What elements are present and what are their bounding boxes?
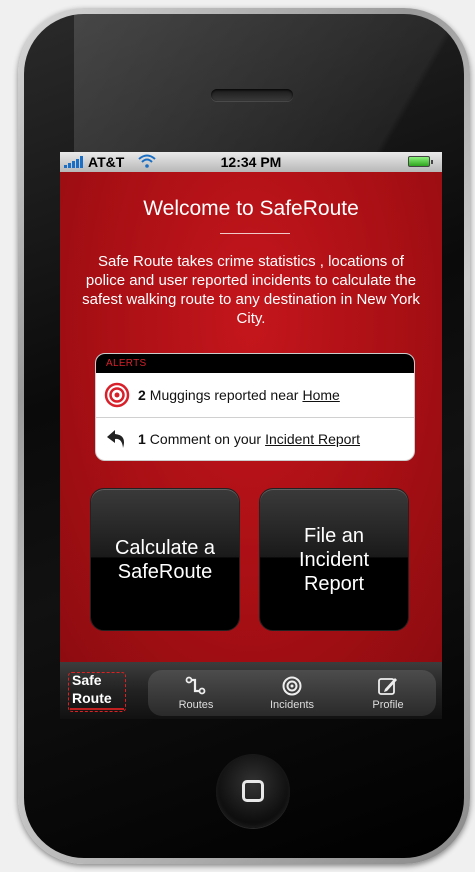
tab-routes[interactable]: Routes	[148, 670, 244, 716]
alert-text: Comment on your	[149, 430, 262, 447]
calculate-button-label: Calculate a SafeRoute	[114, 536, 216, 583]
calculate-saferoute-button[interactable]: Calculate a SafeRoute	[90, 488, 240, 631]
logo-underline	[70, 708, 124, 710]
target-icon	[104, 382, 130, 408]
alert-count: 1	[138, 430, 146, 447]
reply-arrow-icon	[107, 429, 124, 448]
saferoute-logo[interactable]: Safe Route	[66, 668, 128, 714]
tab-label-profile: Profile	[372, 699, 404, 711]
home-button[interactable]	[216, 754, 290, 828]
alert-item-comment[interactable]: 1 Comment on your Incident Report	[96, 417, 414, 459]
tab-profile[interactable]: Profile	[340, 670, 436, 716]
logo-text-route: Route	[72, 690, 112, 706]
alert-link-home[interactable]: Home	[302, 387, 339, 403]
alert-link-incident-report[interactable]: Incident Report	[265, 431, 360, 447]
tab-group: Routes Incidents Profile	[148, 670, 436, 716]
target-icon	[282, 676, 302, 696]
phone-screen: AT&T 12:34 PM Welcome to SafeRoute Safe …	[60, 152, 442, 719]
tab-label-routes: Routes	[178, 699, 214, 711]
alert-item-muggings[interactable]: 2 Muggings reported near Home	[96, 373, 414, 417]
home-square-icon	[242, 780, 264, 802]
alert-text: Muggings reported near	[149, 387, 299, 403]
tab-incidents[interactable]: Incidents	[244, 670, 340, 716]
file-incident-report-button[interactable]: File an Incident Report	[259, 488, 409, 631]
app-description: Safe Route takes crime statistics , loca…	[82, 253, 420, 327]
alerts-panel: ALERTS 2 Muggings reported near Home 1 C…	[95, 353, 415, 461]
status-time: 12:34 PM	[220, 154, 282, 170]
battery-icon	[408, 156, 433, 167]
file-button-label: File an Incident Report	[298, 524, 370, 595]
alert-count: 2	[138, 387, 146, 403]
tab-label-incidents: Incidents	[269, 699, 315, 711]
home-view: Welcome to SafeRoute Safe Route takes cr…	[60, 172, 442, 662]
tab-bar: Safe Route Routes Incidents Profile	[60, 662, 442, 719]
title-divider	[220, 233, 290, 234]
logo-text-safe: Safe	[72, 672, 102, 688]
page-title: Welcome to SafeRoute	[143, 197, 359, 220]
route-icon	[185, 676, 206, 695]
earpiece-speaker	[211, 89, 293, 101]
edit-icon	[378, 678, 397, 695]
status-bar: AT&T 12:34 PM	[60, 152, 442, 172]
alerts-header: ALERTS	[96, 354, 414, 373]
